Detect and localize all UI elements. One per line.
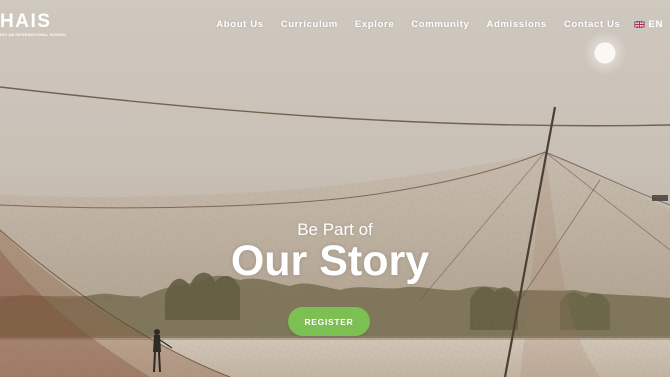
nav-item-admissions[interactable]: Admissions bbox=[486, 19, 546, 30]
hero-title: Our Story bbox=[230, 237, 430, 285]
nav-item-explore[interactable]: Explore bbox=[355, 19, 394, 30]
nav-item-community[interactable]: Community bbox=[411, 19, 469, 30]
hero-section: HAIS HOI AN INTERNATIONAL SCHOOL About U… bbox=[0, 0, 670, 377]
school-logo[interactable]: HAIS HOI AN INTERNATIONAL SCHOOL bbox=[0, 12, 67, 37]
register-button[interactable]: REGISTER bbox=[288, 307, 370, 336]
logo-subtitle: HOI AN INTERNATIONAL SCHOOL bbox=[0, 33, 67, 37]
nav-item-about-us[interactable]: About Us bbox=[216, 19, 263, 30]
logo-text: HAIS bbox=[0, 11, 52, 32]
uk-flag-icon bbox=[634, 21, 646, 28]
nav-item-curriculum[interactable]: Curriculum bbox=[281, 19, 338, 30]
main-menu: About Us Curriculum Explore Community Ad… bbox=[216, 19, 670, 30]
nav-item-contact-us[interactable]: Contact Us bbox=[564, 19, 621, 30]
top-navigation: HAIS HOI AN INTERNATIONAL SCHOOL About U… bbox=[0, 0, 670, 50]
language-label: EN bbox=[648, 19, 663, 30]
language-switcher[interactable]: EN bbox=[634, 19, 663, 30]
